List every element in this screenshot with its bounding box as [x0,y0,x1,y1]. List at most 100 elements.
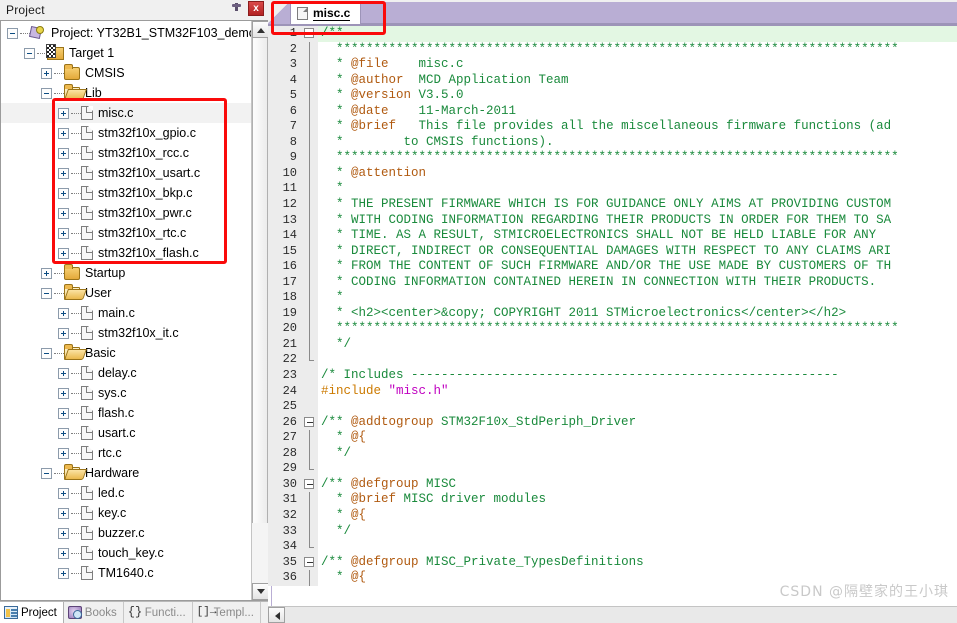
fold-marker[interactable] [301,414,318,431]
code-line[interactable]: 27 * @{ [268,430,957,446]
code-line[interactable]: 18 * [268,290,957,306]
code-line[interactable]: 4 * @author MCD Application Team [268,72,957,89]
expand-icon[interactable] [58,407,69,419]
h-scrollbar-track[interactable] [285,607,957,623]
tree-item-stm32f10x-gpio-c[interactable]: stm32f10x_gpio.c [1,123,251,143]
code-line[interactable]: 6 * @date 11-March-2011 [268,103,957,120]
code-lines[interactable]: 1/** 2 **********************************… [268,26,957,606]
tree-vertical-scrollbar[interactable] [251,21,268,600]
code-line[interactable]: 35 /** @defgroup MISC_Private_TypesDefini… [268,554,957,571]
pin-icon[interactable] [230,2,243,16]
tree-item-touch-key-c[interactable]: touch_key.c [1,543,251,563]
expand-icon[interactable] [58,147,69,159]
scroll-left-icon[interactable] [268,607,285,623]
bottom-tab-templ[interactable]: []→ Templ... [193,602,261,623]
code-line[interactable]: 15 * DIRECT, INDIRECT OR CONSEQUENTIAL D… [268,243,957,260]
code-line[interactable]: 8 * to CMSIS functions). [268,134,957,151]
expand-icon[interactable] [58,487,69,499]
code-line[interactable]: 33 */ [268,523,957,540]
tree-item-buzzer-c[interactable]: buzzer.c [1,523,251,543]
collapse-icon[interactable] [41,87,52,99]
code-line[interactable]: 34 [268,539,957,555]
code-line[interactable]: 36 * @{ [268,570,957,586]
tree-item-lib[interactable]: Lib [1,83,251,103]
code-line[interactable]: 22 [268,352,957,369]
tree-item-misc-c[interactable]: misc.c [1,103,251,123]
expand-icon[interactable] [58,387,69,399]
panel-bottom-tabs[interactable]: Project Books{} Functi... []→ Templ... [0,601,268,623]
code-line[interactable]: 14 * TIME. AS A RESULT, STMICROELECTRONI… [268,228,957,244]
scroll-up-icon[interactable] [252,21,268,38]
bottom-tab-functi[interactable]: {} Functi... [124,602,193,623]
tree-item-main-c[interactable]: main.c [1,303,251,323]
tree-item-target-1[interactable]: Target 1 [1,43,251,63]
tree-item-startup[interactable]: Startup [1,263,251,283]
bottom-tab-books[interactable]: Books [64,602,124,623]
fold-marker[interactable] [301,26,318,42]
scrollbar-thumb[interactable] [252,38,268,523]
expand-icon[interactable] [58,327,69,339]
tree-item-stm32f10x-pwr-c[interactable]: stm32f10x_pwr.c [1,203,251,223]
tree-item-cmsis[interactable]: CMSIS [1,63,251,83]
tree-item-user[interactable]: User [1,283,251,303]
code-view[interactable]: 1/** 2 **********************************… [268,24,957,606]
tree-item-led-c[interactable]: led.c [1,483,251,503]
expand-icon[interactable] [58,547,69,559]
tree-item-project-yt32b1-stm32f103-demo[interactable]: Project: YT32B1_STM32F103_demo [1,23,251,43]
tree-item-flash-c[interactable]: flash.c [1,403,251,423]
expand-icon[interactable] [58,427,69,439]
tree-item-stm32f10x-bkp-c[interactable]: stm32f10x_bkp.c [1,183,251,203]
fold-marker[interactable] [301,476,318,493]
code-line[interactable]: 1 /** [268,26,957,42]
tree-item-stm32f10x-flash-c[interactable]: stm32f10x_flash.c [1,243,251,263]
scroll-down-icon[interactable] [252,583,268,600]
expand-icon[interactable] [58,367,69,379]
code-line[interactable]: 29 [268,461,957,477]
code-line[interactable]: 10 * @attention [268,165,957,182]
expand-icon[interactable] [58,307,69,319]
expand-icon[interactable] [58,107,69,119]
expand-icon[interactable] [58,167,69,179]
code-line[interactable]: 23 /* Includes --------------------------… [268,368,957,384]
code-line[interactable]: 30 /** @defgroup MISC [268,476,957,493]
fold-marker[interactable] [301,554,318,571]
code-line[interactable]: 13 * WITH CODING INFORMATION REGARDING T… [268,212,957,229]
code-line[interactable]: 3 * @file misc.c [268,57,957,73]
code-line[interactable]: 28 */ [268,445,957,462]
code-line[interactable]: 25 [268,399,957,415]
tree-item-usart-c[interactable]: usart.c [1,423,251,443]
code-line[interactable]: 2 **************************************… [268,41,957,58]
scrollbar-track[interactable] [252,523,268,583]
tree-item-delay-c[interactable]: delay.c [1,363,251,383]
tree-item-rtc-c[interactable]: rtc.c [1,443,251,463]
tree-item-sys-c[interactable]: sys.c [1,383,251,403]
collapse-icon[interactable] [41,467,52,479]
code-line[interactable]: 26 /** @addtogroup STM32F10x_StdPeriph_Dr… [268,414,957,431]
tree-item-hardware[interactable]: Hardware [1,463,251,483]
code-line[interactable]: 21 */ [268,336,957,353]
project-tree[interactable]: Project: YT32B1_STM32F103_demo Target 1 CM… [1,21,251,600]
tree-item-stm32f10x-it-c[interactable]: stm32f10x_it.c [1,323,251,343]
expand-icon[interactable] [58,187,69,199]
code-line[interactable]: 9 **************************************… [268,150,957,166]
expand-icon[interactable] [58,227,69,239]
code-line[interactable]: 32 * @{ [268,507,957,524]
code-line[interactable]: 16 * FROM THE CONTENT OF SUCH FIRMWARE A… [268,259,957,275]
tab-misc-c[interactable]: misc.c [290,2,362,24]
tree-item-stm32f10x-rcc-c[interactable]: stm32f10x_rcc.c [1,143,251,163]
expand-icon[interactable] [58,127,69,139]
collapse-icon[interactable] [41,287,52,299]
expand-icon[interactable] [41,267,52,279]
code-line[interactable]: 24 #include "misc.h" [268,383,957,400]
editor-horizontal-scrollbar[interactable] [268,606,957,623]
code-line[interactable]: 19 * <h2><center>&copy; COPYRIGHT 2011 S… [268,305,957,322]
expand-icon[interactable] [58,447,69,459]
code-line[interactable]: 7 * @brief This file provides all the mi… [268,119,957,135]
collapse-icon[interactable] [24,47,35,59]
code-line[interactable]: 17 * CODING INFORMATION CONTAINED HEREIN… [268,274,957,291]
tree-item-stm32f10x-usart-c[interactable]: stm32f10x_usart.c [1,163,251,183]
expand-icon[interactable] [58,567,69,579]
bottom-tab-project[interactable]: Project [0,602,64,623]
tree-item-stm32f10x-rtc-c[interactable]: stm32f10x_rtc.c [1,223,251,243]
code-line[interactable]: 20 *************************************… [268,321,957,337]
